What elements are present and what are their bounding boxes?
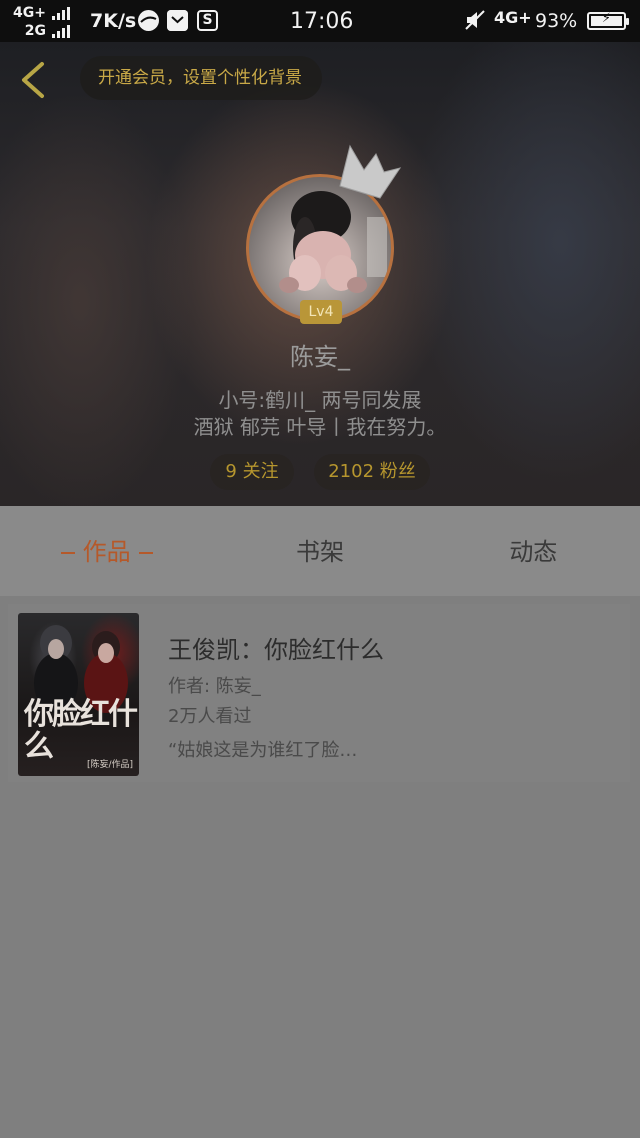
- cover-title: 你脸红什么: [24, 697, 138, 764]
- status-bar: 4G+ 2G 7K/s S 17:06 4G+ 93% ⚡: [0, 0, 640, 42]
- book-title[interactable]: 王俊凯：你脸红什么: [168, 630, 384, 665]
- back-button[interactable]: [14, 58, 54, 102]
- book-read-count: 2万人看过: [168, 706, 252, 727]
- screen: 4G+ 2G 7K/s S 17:06 4G+ 93% ⚡ 开通会员，设置个性化…: [0, 0, 640, 1138]
- work-card[interactable]: 你脸红什么 [陈妄/作品] 王俊凯：你脸红什么 作者: 陈妄_ 2万人看过 “姑…: [8, 604, 630, 782]
- clock: 17:06: [290, 9, 354, 34]
- tab-bookshelf-label: 书架: [295, 538, 344, 566]
- tab-bookshelf[interactable]: 书架: [213, 506, 426, 596]
- mail-icon: [167, 10, 188, 31]
- bio: 小号:鹤川_ 两号同发展 酒狱 郁芫 叶导丨我在努力。: [0, 387, 640, 441]
- network-label-2: 2G: [24, 23, 46, 39]
- network-label-right: 4G+: [494, 8, 532, 27]
- browser-icon: [138, 10, 159, 31]
- vip-background-banner[interactable]: 开通会员，设置个性化背景: [80, 56, 322, 100]
- tab-indicator-right: [138, 552, 153, 554]
- profile-header: 开通会员，设置个性化背景 Lv4 陈妄_ 小号:鹤川_ 两号同发展 酒狱 郁芫 …: [0, 42, 640, 506]
- mute-icon: [465, 10, 485, 30]
- tab-works-label: 作品: [82, 538, 131, 566]
- tab-works[interactable]: 作品: [0, 506, 213, 596]
- battery-percent: 93%: [535, 10, 578, 32]
- tab-indicator-left: [60, 552, 75, 554]
- cover-author: [陈妄/作品]: [86, 760, 133, 770]
- fans-count-button[interactable]: 2102 粉丝: [314, 454, 430, 490]
- book-author: 作者: 陈妄_: [168, 676, 261, 697]
- network-label-1: 4G+: [13, 5, 46, 21]
- signal-icon: [52, 6, 70, 20]
- battery-icon: ⚡: [587, 11, 629, 30]
- profile-tabs: 作品 书架 动态: [0, 506, 640, 596]
- level-badge: Lv4: [300, 300, 342, 324]
- tab-activity[interactable]: 动态: [427, 506, 640, 596]
- tab-activity-label: 动态: [509, 538, 558, 566]
- network-indicator: 4G+ 2G: [8, 4, 78, 40]
- username: 陈妄_: [290, 343, 350, 371]
- crown-icon: [339, 144, 402, 199]
- stats-row: 9 关注 2102 粉丝: [0, 454, 640, 490]
- signal-icon: [52, 24, 70, 38]
- network-speed: 7K/s: [90, 10, 137, 32]
- following-count-button[interactable]: 9 关注: [210, 454, 294, 490]
- book-cover[interactable]: 你脸红什么 [陈妄/作品]: [18, 613, 139, 776]
- bio-line-1: 小号:鹤川_ 两号同发展: [218, 388, 422, 412]
- s-app-icon: S: [197, 10, 218, 31]
- book-excerpt: “姑娘这是为谁红了脸…: [168, 740, 358, 761]
- avatar-container[interactable]: Lv4: [246, 144, 402, 324]
- bio-line-2: 酒狱 郁芫 叶导丨我在努力。: [193, 415, 447, 439]
